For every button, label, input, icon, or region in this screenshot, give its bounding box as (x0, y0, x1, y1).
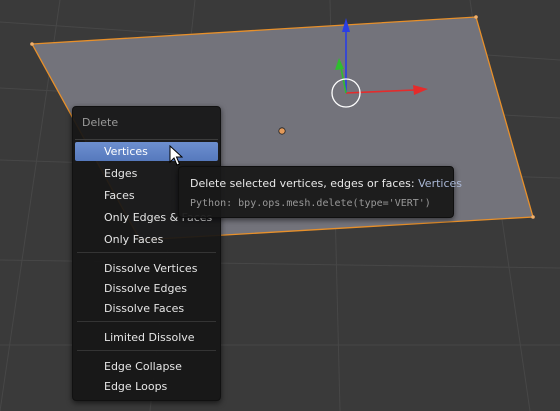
menu-item-edge-loops[interactable]: Edge Loops (75, 377, 218, 396)
tooltip-highlight: Vertices (418, 177, 463, 190)
tooltip-python: Python: bpy.ops.mesh.delete(type='VERT') (190, 198, 431, 209)
menu-item-dissolve-faces[interactable]: Dissolve Faces (75, 299, 218, 318)
menu-item-edge-collapse[interactable]: Edge Collapse (75, 357, 218, 376)
menu-item-dissolve-vertices[interactable]: Dissolve Vertices (75, 259, 218, 278)
mouse-cursor-icon (169, 145, 183, 166)
menu-divider (77, 252, 216, 253)
menu-divider (77, 350, 216, 351)
menu-divider (75, 139, 218, 140)
tooltip-description: Delete selected vertices, edges or faces… (190, 177, 462, 190)
tooltip: Delete selected vertices, edges or faces… (178, 166, 462, 218)
object-origin (278, 127, 286, 135)
menu-item-dissolve-edges[interactable]: Dissolve Edges (75, 279, 218, 298)
menu-title: Delete (82, 116, 119, 129)
menu-item-limited-dissolve[interactable]: Limited Dissolve (75, 328, 218, 347)
tooltip-text: Delete selected vertices, edges or faces… (190, 177, 415, 190)
delete-menu: Delete Vertices Edges Faces Only Edges &… (72, 106, 221, 401)
menu-item-only-faces[interactable]: Only Faces (75, 230, 218, 249)
menu-item-vertices[interactable]: Vertices (75, 142, 218, 161)
menu-divider (77, 321, 216, 322)
